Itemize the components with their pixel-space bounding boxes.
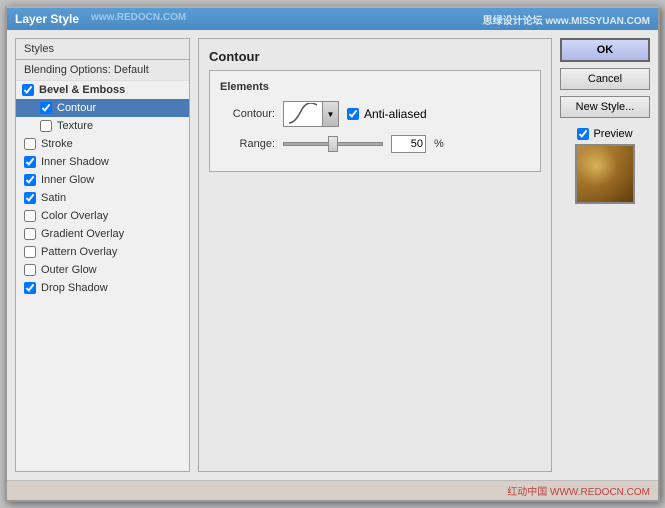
anti-alias-row: Anti-aliased xyxy=(347,107,427,121)
satin-checkbox[interactable] xyxy=(24,192,36,204)
watermark: 红动中国 WWW.REDOCN.COM xyxy=(7,480,658,500)
inner-shadow-checkbox[interactable] xyxy=(24,156,36,168)
contour-selector[interactable]: ▼ xyxy=(283,101,339,127)
drop-shadow-checkbox[interactable] xyxy=(24,282,36,294)
range-unit: % xyxy=(434,138,444,150)
dialog-body: Styles Blending Options: Default Bevel &… xyxy=(7,30,658,480)
sidebar-item-texture[interactable]: Texture xyxy=(16,117,189,135)
texture-checkbox[interactable] xyxy=(40,120,52,132)
pattern-overlay-label: Pattern Overlay xyxy=(41,246,117,258)
anti-aliased-checkbox[interactable] xyxy=(347,108,359,120)
range-value-input[interactable] xyxy=(391,135,426,153)
range-slider[interactable] xyxy=(283,142,383,146)
contour-dropdown-button[interactable]: ▼ xyxy=(323,101,339,127)
new-style-button[interactable]: New Style... xyxy=(560,96,650,118)
elements-box-title: Elements xyxy=(220,81,530,93)
contour-field-label: Contour: xyxy=(220,108,275,120)
sidebar-item-contour[interactable]: Contour xyxy=(16,99,189,117)
bevel-emboss-label: Bevel & Emboss xyxy=(39,84,125,96)
title-bar: Layer Style www.REDOCN.COM 思绿设计论坛 www.MI… xyxy=(7,8,658,30)
elements-box: Elements Contour: ▼ xyxy=(209,70,541,172)
styles-header[interactable]: Styles xyxy=(16,39,189,60)
sidebar-item-color-overlay[interactable]: Color Overlay xyxy=(16,207,189,225)
outer-glow-label: Outer Glow xyxy=(41,264,97,276)
blending-options[interactable]: Blending Options: Default xyxy=(16,60,189,81)
title-bar-right: 思绿设计论坛 www.MISSYUAN.COM xyxy=(483,12,650,27)
preview-checkbox[interactable] xyxy=(577,128,589,140)
drop-shadow-label: Drop Shadow xyxy=(41,282,108,294)
outer-glow-checkbox[interactable] xyxy=(24,264,36,276)
range-row: Range: % xyxy=(220,135,530,153)
texture-label: Texture xyxy=(57,120,93,132)
color-overlay-label: Color Overlay xyxy=(41,210,108,222)
sidebar-item-bevel-emboss[interactable]: Bevel & Emboss xyxy=(16,81,189,99)
right-panel: OK Cancel New Style... Preview xyxy=(560,38,650,472)
sidebar-item-stroke[interactable]: Stroke xyxy=(16,135,189,153)
sidebar-item-inner-shadow[interactable]: Inner Shadow xyxy=(16,153,189,171)
satin-label: Satin xyxy=(41,192,66,204)
middle-panel: Contour Elements Contour: ▼ xyxy=(198,38,552,472)
layer-style-dialog: Layer Style www.REDOCN.COM 思绿设计论坛 www.MI… xyxy=(5,6,660,502)
contour-row: Contour: ▼ Anti-aliased xyxy=(220,101,530,127)
title-bar-left: Layer Style www.REDOCN.COM xyxy=(15,12,186,26)
ok-button[interactable]: OK xyxy=(560,38,650,62)
contour-preview-box[interactable] xyxy=(283,101,323,127)
contour-curve-icon xyxy=(287,103,319,125)
section-title: Contour xyxy=(209,49,541,64)
pattern-overlay-checkbox[interactable] xyxy=(24,246,36,258)
inner-glow-label: Inner Glow xyxy=(41,174,94,186)
preview-checkbox-row: Preview xyxy=(577,128,632,140)
preview-label: Preview xyxy=(593,128,632,140)
inner-shadow-label: Inner Shadow xyxy=(41,156,109,168)
sidebar-item-pattern-overlay[interactable]: Pattern Overlay xyxy=(16,243,189,261)
dialog-title: Layer Style xyxy=(15,12,79,26)
color-overlay-checkbox[interactable] xyxy=(24,210,36,222)
contour-checkbox[interactable] xyxy=(40,102,52,114)
cancel-button[interactable]: Cancel xyxy=(560,68,650,90)
sidebar-item-inner-glow[interactable]: Inner Glow xyxy=(16,171,189,189)
sidebar-item-satin[interactable]: Satin xyxy=(16,189,189,207)
contour-label: Contour xyxy=(57,102,96,114)
sidebar-item-outer-glow[interactable]: Outer Glow xyxy=(16,261,189,279)
stroke-label: Stroke xyxy=(41,138,73,150)
inner-glow-checkbox[interactable] xyxy=(24,174,36,186)
range-label: Range: xyxy=(220,138,275,150)
bevel-emboss-checkbox[interactable] xyxy=(22,84,34,96)
stroke-checkbox[interactable] xyxy=(24,138,36,150)
anti-aliased-label: Anti-aliased xyxy=(364,107,427,121)
preview-thumbnail xyxy=(575,144,635,204)
title-watermark: www.REDOCN.COM xyxy=(91,12,186,26)
gradient-overlay-label: Gradient Overlay xyxy=(41,228,124,240)
sidebar-item-gradient-overlay[interactable]: Gradient Overlay xyxy=(16,225,189,243)
preview-section: Preview xyxy=(560,128,650,204)
sidebar-item-drop-shadow[interactable]: Drop Shadow xyxy=(16,279,189,297)
left-panel: Styles Blending Options: Default Bevel &… xyxy=(15,38,190,472)
gradient-overlay-checkbox[interactable] xyxy=(24,228,36,240)
